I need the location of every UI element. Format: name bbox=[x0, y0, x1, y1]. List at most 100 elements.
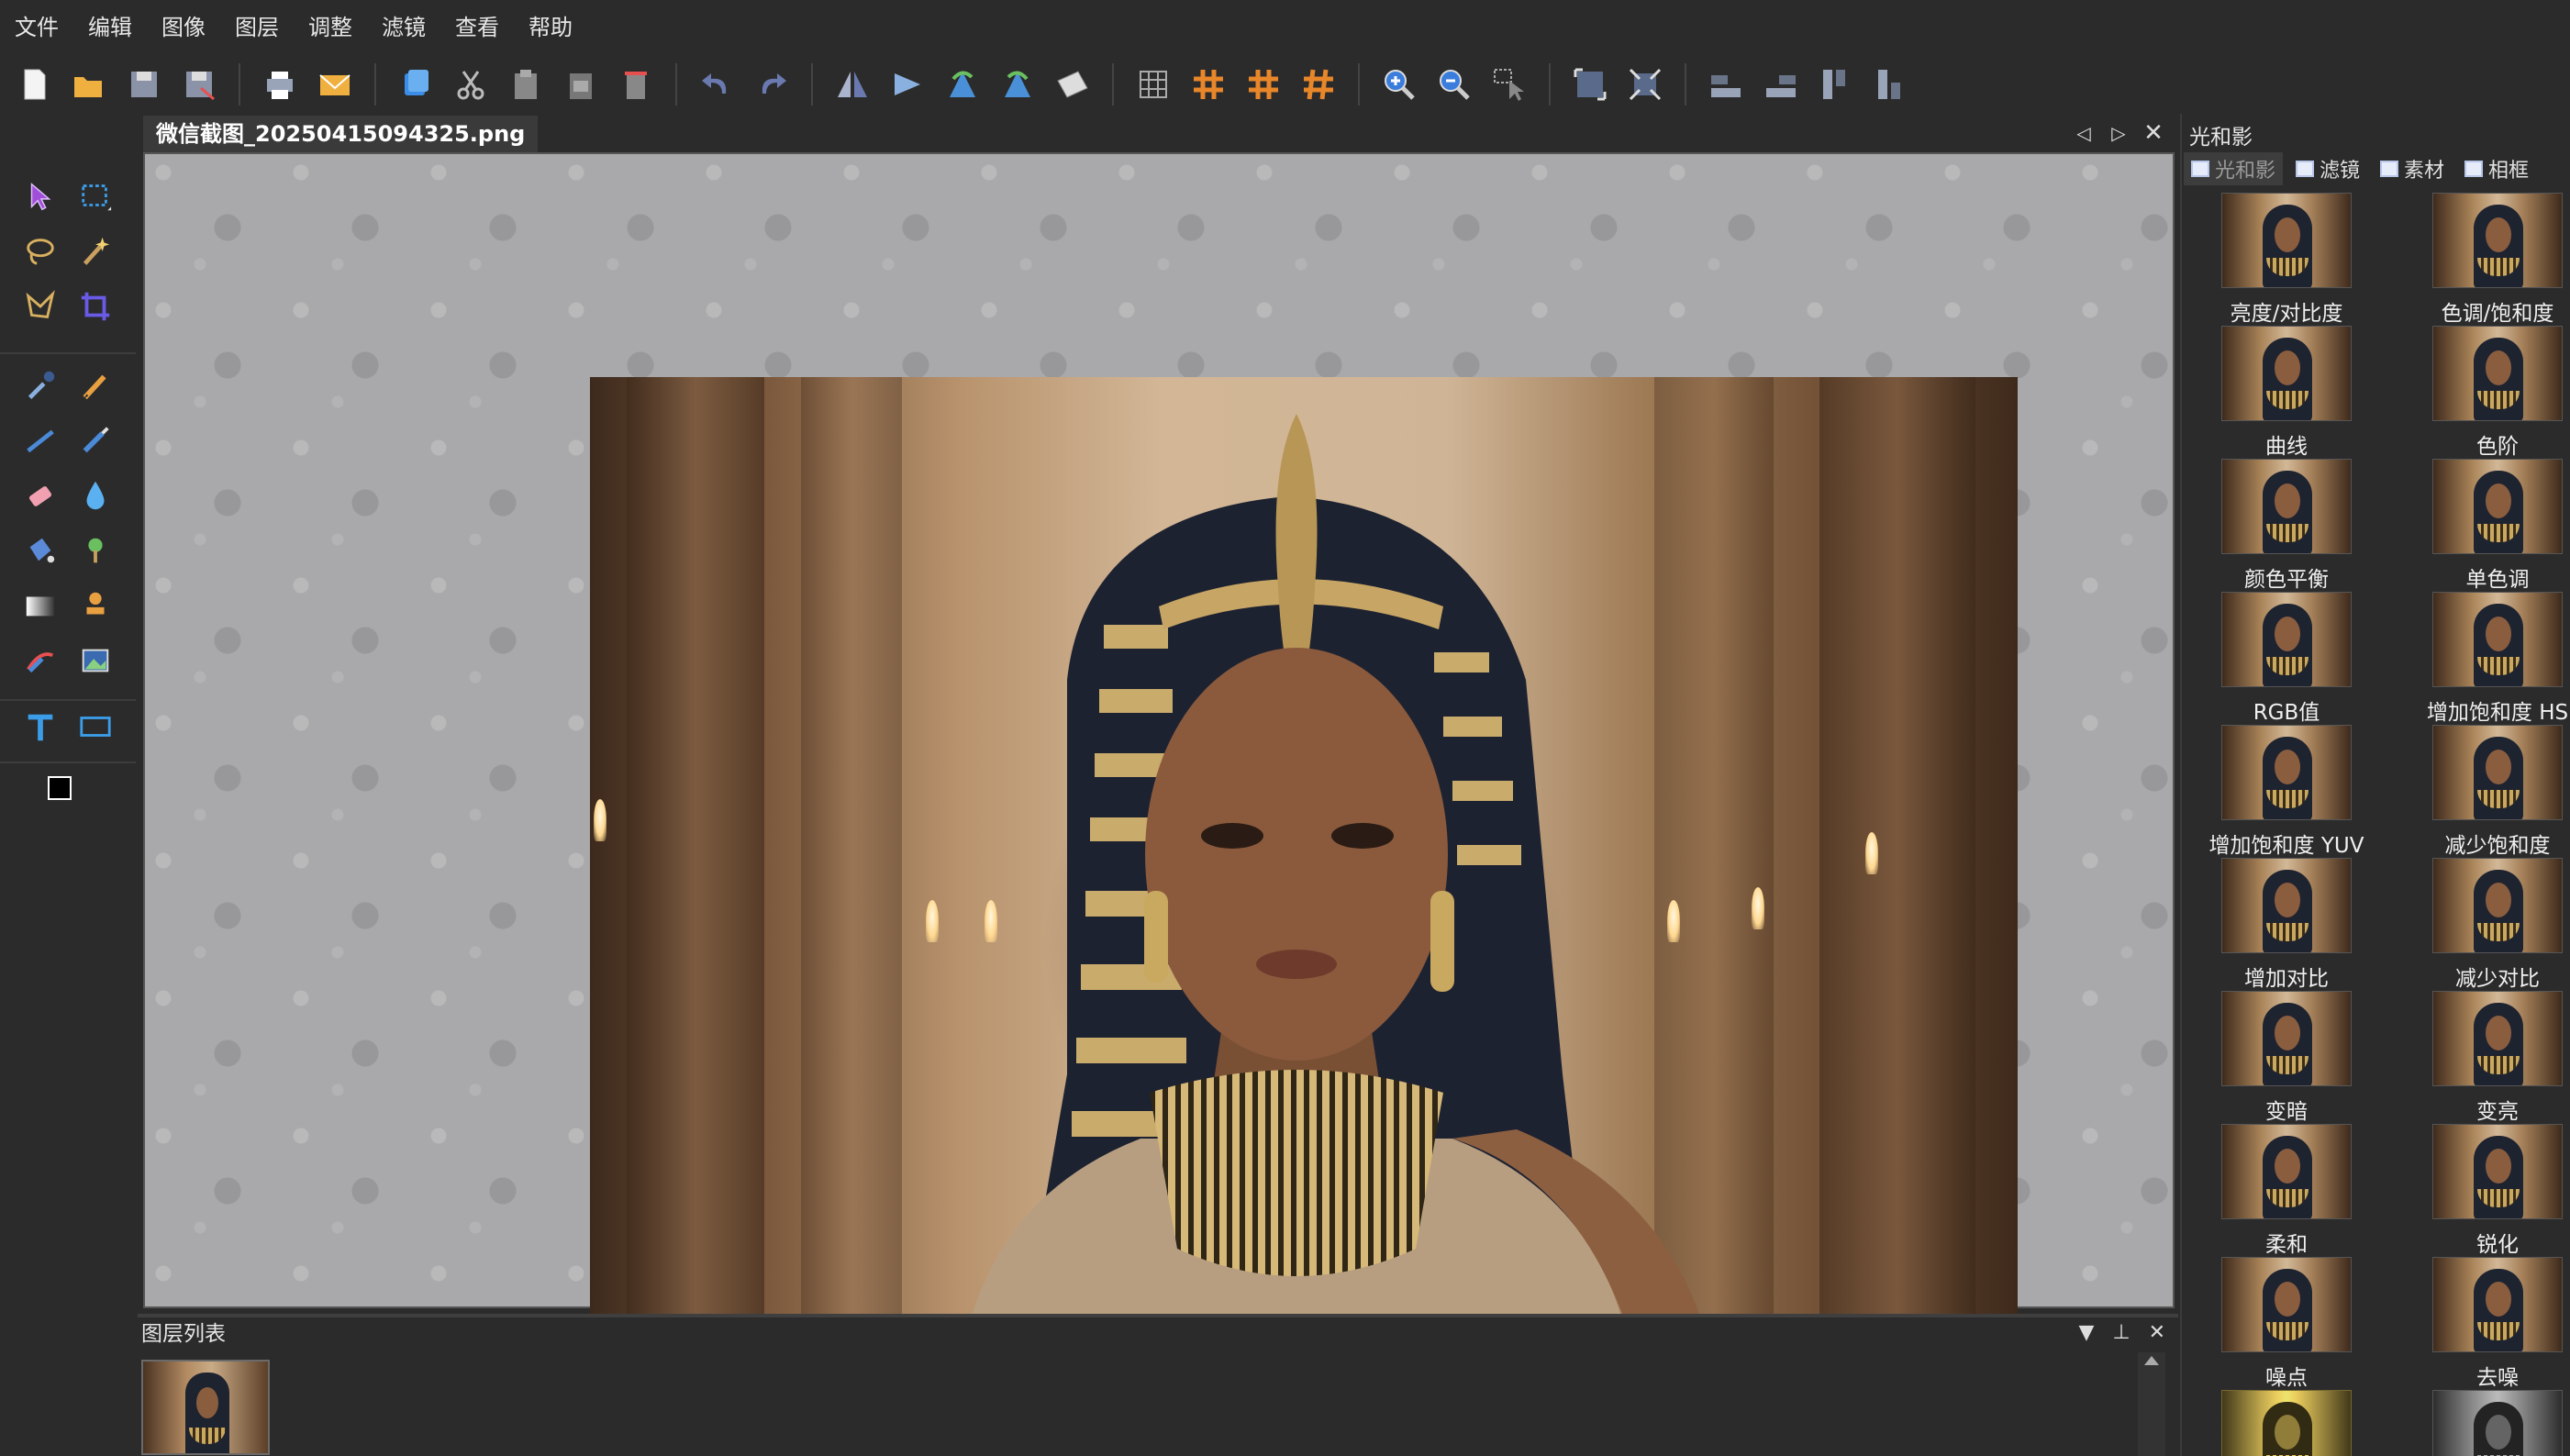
effect-item[interactable]: 增加饱和度 YUV bbox=[2200, 725, 2364, 858]
crop-icon[interactable] bbox=[75, 288, 116, 325]
grid-hash3-icon[interactable] bbox=[1297, 63, 1340, 106]
eyedropper-icon[interactable] bbox=[20, 367, 61, 404]
eraser-icon[interactable] bbox=[20, 477, 61, 514]
color-swatches[interactable] bbox=[46, 774, 92, 820]
flip-horizontal-icon[interactable] bbox=[831, 63, 873, 106]
fill-bucket-icon[interactable] bbox=[20, 532, 61, 569]
line-icon[interactable] bbox=[20, 422, 61, 459]
effect-item[interactable]: 锐化 bbox=[2411, 1124, 2563, 1257]
tab-prev-icon[interactable]: ◁ bbox=[2072, 119, 2096, 147]
text-tool-icon[interactable] bbox=[20, 708, 61, 745]
foreground-color-swatch[interactable] bbox=[48, 776, 72, 800]
effect-item[interactable]: 色调/饱和度 bbox=[2411, 193, 2563, 326]
new-icon[interactable] bbox=[13, 63, 55, 106]
tab-close-icon[interactable]: ✕ bbox=[2142, 119, 2165, 147]
menu-item[interactable]: 图像 bbox=[161, 0, 223, 55]
smudge-icon[interactable] bbox=[20, 642, 61, 679]
menu-item[interactable]: 帮助 bbox=[528, 0, 590, 55]
menu-item[interactable]: 图层 bbox=[235, 0, 296, 55]
effect-item[interactable]: 减少饱和度 bbox=[2411, 725, 2563, 858]
paste-icon[interactable] bbox=[505, 63, 547, 106]
align-top-icon[interactable] bbox=[1815, 63, 1857, 106]
dropdown-arrow-icon[interactable]: ▼ bbox=[2078, 1319, 2094, 1347]
redo-icon[interactable] bbox=[751, 63, 793, 106]
select-pointer-icon[interactable] bbox=[1488, 63, 1530, 106]
grid-hash-icon[interactable] bbox=[1187, 63, 1229, 106]
menu-item[interactable]: 滤镜 bbox=[382, 0, 443, 55]
effect-item[interactable]: 柔和 bbox=[2200, 1124, 2352, 1257]
rotate-left-icon[interactable] bbox=[941, 63, 984, 106]
zoom-in-icon[interactable] bbox=[1378, 63, 1420, 106]
open-icon[interactable] bbox=[68, 63, 110, 106]
close-icon[interactable]: ✕ bbox=[2149, 1319, 2165, 1347]
effect-item[interactable]: 亮度/对比度 bbox=[2200, 193, 2352, 326]
toolbar-separator bbox=[675, 63, 677, 106]
effect-item[interactable] bbox=[2411, 1390, 2563, 1456]
water-drop-icon[interactable] bbox=[75, 477, 116, 514]
clone-tree-icon[interactable] bbox=[75, 532, 116, 569]
effects-tab[interactable]: 光和影 bbox=[2184, 152, 2284, 185]
menu-item[interactable]: 查看 bbox=[455, 0, 517, 55]
undo-icon[interactable] bbox=[695, 63, 738, 106]
cut-icon[interactable] bbox=[450, 63, 492, 106]
rectangle-shape-icon[interactable] bbox=[75, 708, 116, 745]
effects-tab[interactable]: 素材 bbox=[2373, 152, 2452, 185]
lasso-icon[interactable] bbox=[20, 233, 61, 270]
paste-new-icon[interactable] bbox=[560, 63, 602, 106]
magic-wand-icon[interactable] bbox=[75, 233, 116, 270]
copy-icon[interactable] bbox=[395, 63, 437, 106]
delete-icon[interactable] bbox=[615, 63, 657, 106]
effect-item[interactable]: 变亮 bbox=[2411, 991, 2563, 1124]
effects-tab[interactable]: 滤镜 bbox=[2288, 152, 2367, 185]
zoom-out-icon[interactable] bbox=[1433, 63, 1475, 106]
effect-item[interactable]: 减少对比 bbox=[2411, 858, 2563, 991]
actual-size-icon[interactable] bbox=[1624, 63, 1666, 106]
effect-item[interactable]: 增加饱和度 HS bbox=[2411, 592, 2568, 725]
document-image[interactable] bbox=[590, 377, 2018, 1392]
menu-item[interactable]: 编辑 bbox=[88, 0, 150, 55]
brush-icon[interactable] bbox=[75, 422, 116, 459]
effect-item[interactable]: 色阶 bbox=[2411, 326, 2563, 459]
pencil-icon[interactable] bbox=[75, 367, 116, 404]
effect-item[interactable]: 变暗 bbox=[2200, 991, 2352, 1124]
save-as-icon[interactable] bbox=[178, 63, 220, 106]
print-icon[interactable] bbox=[259, 63, 301, 106]
document-tab[interactable]: 微信截图_20250415094325.png bbox=[143, 116, 539, 152]
scroll-up-icon[interactable] bbox=[2144, 1356, 2159, 1365]
effect-item[interactable]: 曲线 bbox=[2200, 326, 2352, 459]
flip-vertical-icon[interactable] bbox=[886, 63, 929, 106]
layers-scrollbar[interactable] bbox=[2138, 1352, 2165, 1456]
pin-icon[interactable]: ⊥ bbox=[2112, 1319, 2130, 1347]
effect-item[interactable] bbox=[2200, 1390, 2352, 1456]
effect-item[interactable]: RGB值 bbox=[2200, 592, 2352, 725]
canvas-workspace[interactable] bbox=[143, 152, 2175, 1392]
save-icon[interactable] bbox=[123, 63, 165, 106]
menu-item[interactable]: 调整 bbox=[308, 0, 370, 55]
effect-item[interactable]: 去噪 bbox=[2411, 1257, 2563, 1390]
effect-item[interactable]: 噪点 bbox=[2200, 1257, 2352, 1390]
move-tool-icon[interactable] bbox=[20, 178, 61, 215]
layer-thumbnail[interactable] bbox=[141, 1360, 270, 1455]
rotate-free-icon[interactable] bbox=[1051, 63, 1094, 106]
rotate-right-icon[interactable] bbox=[996, 63, 1039, 106]
effect-label: RGB值 bbox=[2253, 701, 2320, 725]
align-bottom-icon[interactable] bbox=[1870, 63, 1912, 106]
image-insert-icon[interactable] bbox=[75, 642, 116, 679]
grid-hash2-icon[interactable] bbox=[1242, 63, 1285, 106]
align-left-icon[interactable] bbox=[1705, 63, 1747, 106]
align-right-icon[interactable] bbox=[1760, 63, 1802, 106]
effect-label: 增加饱和度 HS bbox=[2426, 701, 2569, 725]
effect-item[interactable]: 单色调 bbox=[2411, 459, 2563, 592]
effect-item[interactable]: 增加对比 bbox=[2200, 858, 2352, 991]
effects-tab[interactable]: 相框 bbox=[2457, 152, 2536, 185]
tab-next-icon[interactable]: ▷ bbox=[2107, 119, 2131, 147]
stamp-icon[interactable] bbox=[75, 587, 116, 624]
menu-item[interactable]: 文件 bbox=[15, 0, 76, 55]
grid-icon[interactable] bbox=[1132, 63, 1174, 106]
rect-select-icon[interactable] bbox=[75, 178, 116, 215]
fit-window-icon[interactable] bbox=[1569, 63, 1611, 106]
email-icon[interactable] bbox=[314, 63, 356, 106]
effect-item[interactable]: 颜色平衡 bbox=[2200, 459, 2352, 592]
polygon-select-icon[interactable] bbox=[20, 288, 61, 325]
gradient-icon[interactable] bbox=[20, 587, 61, 624]
